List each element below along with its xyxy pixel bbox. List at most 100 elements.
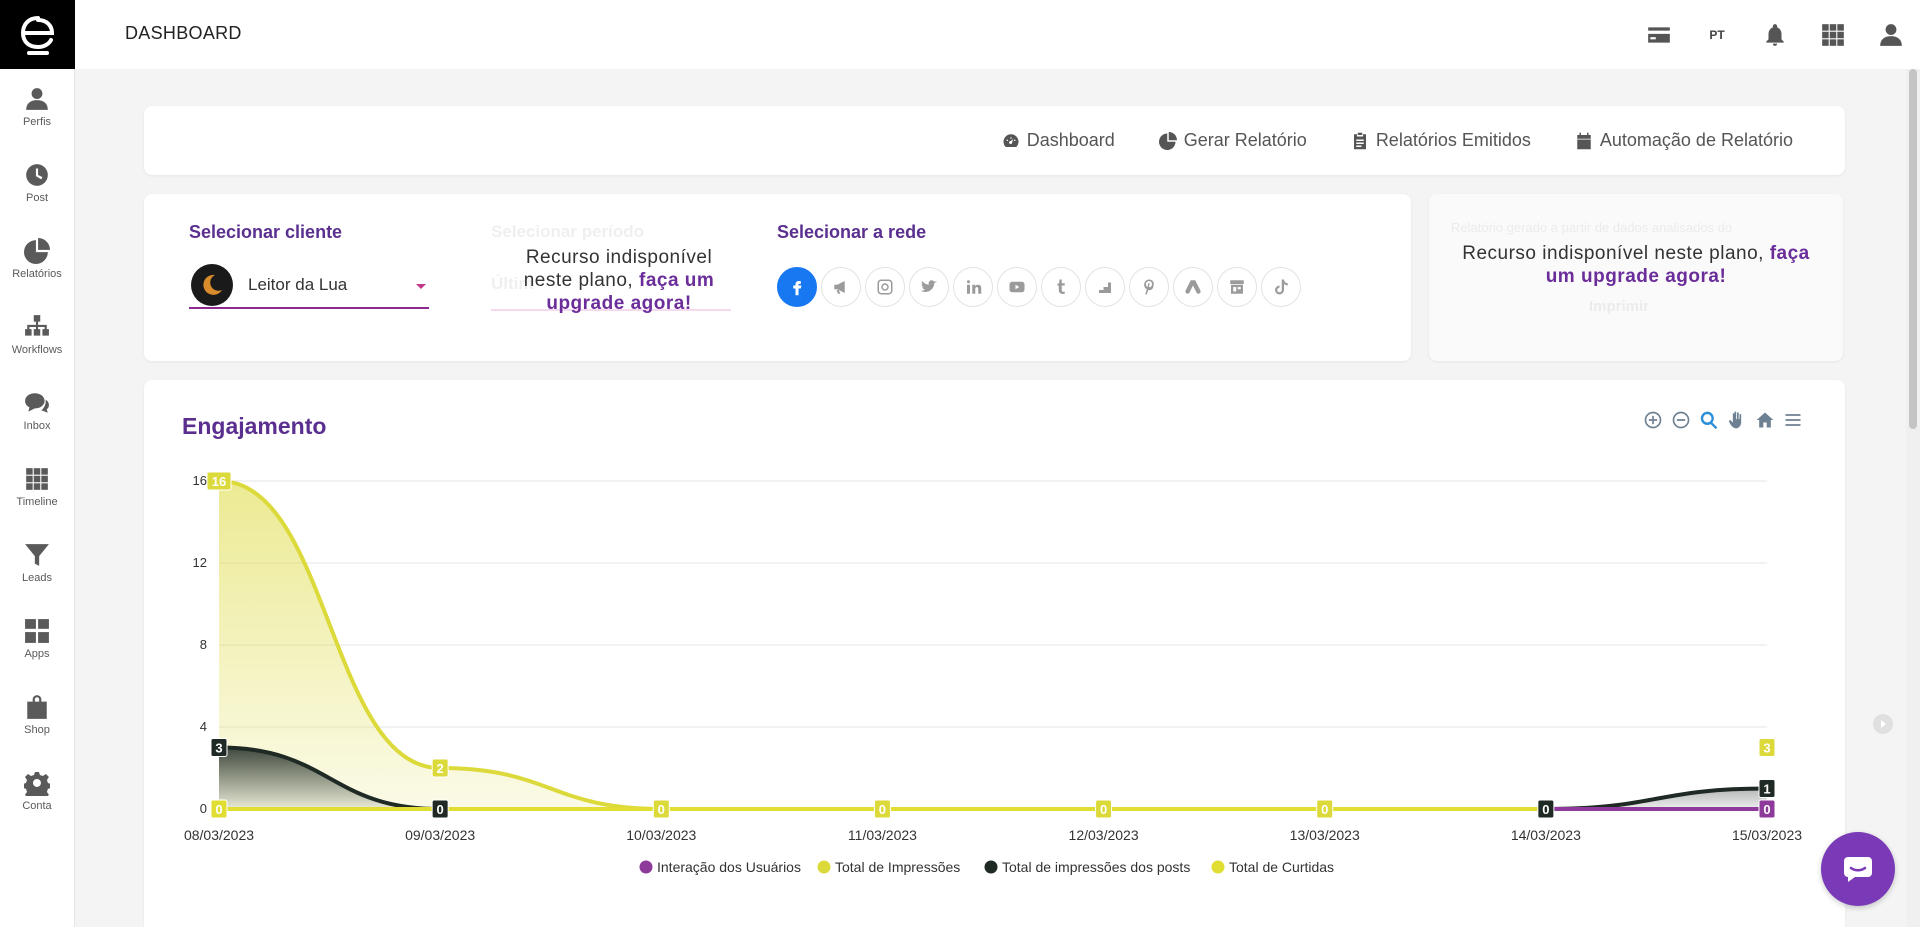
grid-icon (1822, 23, 1844, 46)
twitter-icon (920, 280, 938, 292)
network-pinterest[interactable] (1129, 267, 1169, 307)
print-button: Imprimir (1589, 298, 1650, 315)
client-select[interactable]: Leitor da Lua (189, 263, 429, 309)
data-label: 0 (215, 802, 222, 817)
chat-icon (25, 393, 49, 413)
facebook-icon (793, 281, 802, 296)
legend-label: Total de Impressões (835, 859, 960, 875)
data-label: 3 (1763, 741, 1770, 756)
tab-dashboard[interactable]: Dashboard (1002, 130, 1115, 151)
calendar-icon (1577, 132, 1591, 149)
network-list (777, 267, 1301, 307)
engagement-chart-card: Engajamento 0 4 8 12 16 08/03/2023 09/03/2023 1… (144, 380, 1845, 927)
legend-label: Total de Curtidas (1229, 859, 1334, 875)
bell-icon (1766, 23, 1784, 46)
network-tumblr[interactable] (1041, 267, 1081, 307)
youtube-icon (1009, 281, 1025, 293)
network-google-my-business[interactable] (1085, 267, 1125, 307)
clipboard-icon (1353, 132, 1366, 149)
report-unavailable-notice: Recurso indisponível neste plano, faça u… (1451, 242, 1821, 288)
pie-chart-icon (24, 238, 50, 264)
tiktok-icon (1275, 279, 1288, 295)
apps-grid-button[interactable] (1804, 22, 1862, 48)
y-tick-label: 8 (200, 637, 207, 652)
sidebar-item-perfis[interactable]: Perfis (0, 69, 74, 145)
filter-icon (25, 544, 49, 566)
sidebar-item-label: Inbox (23, 420, 51, 432)
sidebar-item-post[interactable]: Post (0, 145, 74, 221)
network-google-ads[interactable] (1173, 267, 1213, 307)
sidebar-item-relatrios[interactable]: Relatórios (0, 221, 74, 297)
legend-marker (984, 860, 998, 874)
tab-label: Dashboard (1026, 130, 1115, 150)
data-label: 1 (1763, 782, 1770, 797)
bars-icon (1099, 282, 1111, 293)
y-tick-label: 4 (200, 719, 207, 734)
chat-icon (1844, 857, 1872, 882)
legend-label: Interação dos Usuários (657, 859, 801, 875)
network-twitter[interactable] (909, 267, 949, 307)
tab-generate-report[interactable]: Gerar Relatório (1158, 130, 1307, 151)
gear-icon (24, 771, 50, 796)
network-tiktok[interactable] (1261, 267, 1301, 307)
side-panel-toggle[interactable] (1873, 714, 1893, 734)
tab-report-automation[interactable]: Automação de Relatório (1575, 130, 1793, 151)
network-linkedin[interactable] (953, 267, 993, 307)
sitemap-icon (25, 315, 49, 336)
data-label: 0 (1542, 802, 1549, 817)
data-label: 0 (1100, 802, 1107, 817)
data-label: 3 (215, 741, 222, 756)
tab-issued-reports[interactable]: Relatórios Emitidos (1351, 130, 1531, 151)
language-label: PT (1709, 27, 1725, 42)
sidebar-item-label: Shop (24, 724, 50, 736)
sidebar-item-label: Apps (24, 648, 50, 660)
sidebar-item-inbox[interactable]: Inbox (0, 373, 74, 449)
account-button[interactable] (1862, 22, 1920, 48)
client-avatar (191, 264, 233, 306)
tumblr-icon (1057, 279, 1065, 294)
y-tick-label: 12 (193, 555, 207, 570)
store-icon (1230, 280, 1244, 294)
network-select-label: Selecionar a rede (777, 222, 927, 242)
unavailable-text: Recurso indisponível neste plano, (1462, 243, 1770, 264)
data-label: 0 (658, 802, 665, 817)
network-store[interactable] (1217, 267, 1257, 307)
app-logo[interactable] (0, 0, 75, 69)
network-youtube[interactable] (997, 267, 1037, 307)
network-facebook[interactable] (777, 267, 817, 307)
legend-marker (817, 860, 831, 874)
sidebar: Perfis Post Relatórios Workflows Inbox Timeli… (0, 0, 75, 927)
grid-icon (26, 468, 48, 490)
sidebar-item-label: Workflows (11, 344, 63, 356)
page-title: DASHBOARD (125, 23, 242, 43)
x-tick-label: 13/03/2023 (1290, 827, 1360, 843)
chat-button[interactable] (1821, 832, 1895, 906)
y-tick-label: 16 (193, 473, 207, 488)
report-tabs-card: Dashboard Gerar Relatório Relatórios Emi… (144, 106, 1845, 175)
speedometer-icon (1003, 133, 1019, 147)
sidebar-item-workflows[interactable]: Workflows (0, 297, 74, 373)
language-button[interactable]: PT (1688, 28, 1746, 42)
sidebar-item-timeline[interactable]: Timeline (0, 449, 74, 525)
data-label: 16 (212, 474, 226, 489)
sidebar-item-apps[interactable]: Apps (0, 601, 74, 677)
data-label: 0 (1763, 802, 1770, 817)
x-tick-label: 11/03/2023 (848, 827, 917, 843)
sidebar-item-conta[interactable]: Conta (0, 753, 74, 829)
network-instagram[interactable] (865, 267, 905, 307)
sidebar-item-label: Post (25, 192, 48, 204)
page-scrollbar[interactable] (1906, 69, 1920, 927)
network-ads[interactable] (821, 267, 861, 307)
sidebar-item-leads[interactable]: Leads (0, 525, 74, 601)
tab-label: Relatórios Emitidos (1375, 130, 1531, 150)
credit-card-icon (1648, 26, 1670, 43)
billing-button[interactable] (1630, 22, 1688, 48)
pinterest-icon (1144, 279, 1154, 295)
clock-icon (26, 164, 48, 186)
y-tick-label: 0 (200, 801, 207, 816)
data-label: 2 (437, 761, 444, 776)
user-icon (26, 88, 48, 110)
sidebar-item-shop[interactable]: Shop (0, 677, 74, 753)
notifications-button[interactable] (1746, 22, 1804, 48)
x-tick-label: 14/03/2023 (1511, 827, 1581, 843)
